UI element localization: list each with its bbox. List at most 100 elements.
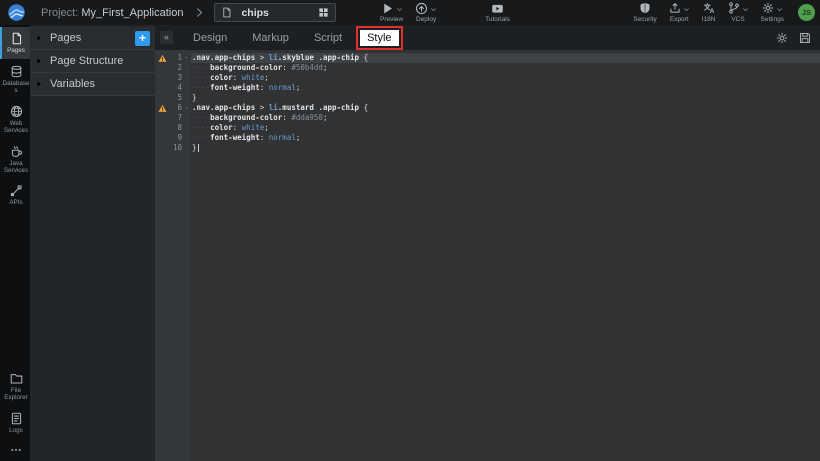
rail-item-databases[interactable]: Databases bbox=[0, 60, 30, 99]
fold-marker[interactable]: - bbox=[182, 103, 191, 113]
panel-section-variables[interactable]: Variables bbox=[30, 73, 155, 96]
panel-section-label: Pages bbox=[50, 32, 81, 44]
panel-section-pages[interactable]: Pages + bbox=[30, 27, 155, 50]
code-line-content[interactable]: } bbox=[191, 93, 820, 103]
activity-rail: Pages Databases Web Services Java Services A… bbox=[0, 25, 30, 461]
code-token: white bbox=[242, 123, 265, 133]
rail-item-more[interactable] bbox=[0, 439, 30, 460]
toolbar-item-label: Export bbox=[670, 16, 689, 23]
top-bar: Project: My_First_Application chips Prev… bbox=[0, 0, 820, 25]
code-line-content[interactable]: ····color: white; bbox=[191, 123, 820, 133]
ellipsis-icon bbox=[10, 444, 22, 456]
css-code-editor[interactable]: 1-.nav.app-chips > li.skyblue .app-chip … bbox=[155, 50, 820, 461]
triangle-right-icon[interactable] bbox=[35, 57, 43, 65]
toolbar-item-export[interactable]: Export bbox=[663, 0, 696, 25]
tab-style[interactable]: Style bbox=[360, 30, 398, 46]
code-token: font-weight bbox=[210, 133, 260, 143]
tab-script[interactable]: Script bbox=[307, 30, 349, 46]
warning-icon[interactable] bbox=[158, 104, 167, 113]
toolbar-item-label: VCS bbox=[731, 16, 744, 23]
code-line-content[interactable]: } bbox=[191, 143, 820, 153]
triangle-right-icon[interactable] bbox=[35, 34, 43, 42]
rail-item-label: File Explorer bbox=[2, 387, 30, 402]
code-line-8[interactable]: 8 ····color: white; bbox=[155, 123, 820, 133]
toolbar-item-i18n[interactable]: AI18N bbox=[696, 0, 722, 25]
rail-item-label: Pages bbox=[2, 47, 30, 55]
code-line-5[interactable]: 5} bbox=[155, 93, 820, 103]
warning-icon[interactable] bbox=[158, 54, 167, 63]
line-number: 10 bbox=[169, 143, 182, 153]
editor-region: « Design Markup Script Style 1-.nav.app-chi… bbox=[155, 25, 820, 461]
code-token: .skyblue bbox=[278, 53, 314, 63]
toolbar-item-deploy[interactable]: Deploy bbox=[409, 0, 443, 25]
line-number: 5 bbox=[169, 93, 182, 103]
code-line-3[interactable]: 3 ····color: white; bbox=[155, 73, 820, 83]
line-number: 9 bbox=[169, 133, 182, 143]
grid-icon[interactable] bbox=[318, 7, 329, 18]
caret-down-icon[interactable] bbox=[776, 6, 783, 13]
panel-collapse-button[interactable]: « bbox=[160, 31, 173, 44]
code-line-4[interactable]: 4····font-weight: normal; bbox=[155, 83, 820, 93]
line-number: 8 bbox=[169, 123, 182, 133]
open-file-tab[interactable]: chips bbox=[214, 3, 336, 22]
tab-design[interactable]: Design bbox=[186, 30, 234, 46]
panel-section-page-structure[interactable]: Page Structure bbox=[30, 50, 155, 73]
code-token: : bbox=[233, 73, 242, 83]
toolbar-item-preview[interactable]: Preview bbox=[374, 0, 409, 25]
caret-down-icon[interactable] bbox=[683, 6, 690, 13]
caret-down-icon[interactable] bbox=[396, 6, 403, 13]
rail-item-label: APIs bbox=[2, 199, 30, 207]
code-token: } bbox=[192, 93, 197, 103]
text-cursor bbox=[198, 144, 199, 152]
code-line-content[interactable]: ····color: white; bbox=[191, 73, 820, 83]
toolbar-item-settings[interactable]: Settings bbox=[755, 0, 791, 25]
code-line-9[interactable]: 9 ····font-weight: normal; bbox=[155, 133, 820, 143]
code-token: background-color bbox=[210, 113, 282, 123]
code-line-content[interactable]: ····background-color: #dda950; bbox=[191, 113, 820, 123]
code-line-7[interactable]: 7····background-color: #dda950; bbox=[155, 113, 820, 123]
toolbar-item-vcs[interactable]: VCS bbox=[722, 0, 755, 25]
caret-down-icon[interactable] bbox=[430, 6, 437, 13]
code-token: { bbox=[359, 53, 368, 63]
rail-item-web-services[interactable]: Web Services bbox=[0, 100, 30, 139]
page-icon bbox=[221, 7, 232, 18]
code-token: ; bbox=[323, 113, 328, 123]
code-line-10[interactable]: 10} bbox=[155, 143, 820, 153]
code-line-6[interactable]: 6-.nav.app-chips > li.mustard .app-chip … bbox=[155, 103, 820, 113]
code-line-content[interactable]: ····font-weight: normal; bbox=[191, 83, 820, 93]
code-line-content[interactable]: .nav.app-chips > li.mustard .app-chip { bbox=[191, 103, 820, 113]
code-line-2[interactable]: 2 ····background-color: #50b4dd; bbox=[155, 63, 820, 73]
code-token: .app-chip bbox=[318, 53, 359, 63]
rail-item-logs[interactable]: Logs bbox=[0, 407, 30, 439]
code-token: : bbox=[233, 123, 242, 133]
toolbar-item-tutorials[interactable]: Tutorials bbox=[479, 0, 516, 25]
rail-item-label: Logs bbox=[2, 427, 30, 435]
caret-down-icon[interactable] bbox=[742, 6, 749, 13]
code-line-content[interactable]: .nav.app-chips > li.skyblue .app-chip { bbox=[191, 53, 820, 63]
code-line-content[interactable]: ····font-weight: normal; bbox=[191, 133, 820, 143]
rail-item-label: Web Services bbox=[2, 120, 30, 135]
toolbar-item-security[interactable]: Security bbox=[627, 0, 662, 25]
toolbar-item-label: Preview bbox=[380, 16, 403, 23]
code-line-content[interactable]: ····background-color: #50b4dd; bbox=[191, 63, 820, 73]
user-avatar[interactable]: JS bbox=[798, 4, 815, 21]
line-number: 2 bbox=[169, 63, 182, 73]
code-token: ; bbox=[296, 133, 301, 143]
code-token: ; bbox=[264, 123, 269, 133]
toolbar-item-label: Settings bbox=[761, 16, 785, 23]
save-icon[interactable] bbox=[799, 32, 811, 44]
code-line-1[interactable]: 1-.nav.app-chips > li.skyblue .app-chip … bbox=[155, 53, 820, 63]
line-number: 3 bbox=[169, 73, 182, 83]
rail-item-java-services[interactable]: Java Services bbox=[0, 140, 30, 179]
folder-icon bbox=[10, 372, 23, 385]
file-tab-name: chips bbox=[241, 7, 268, 19]
rail-item-file-explorer[interactable]: File Explorer bbox=[0, 367, 30, 406]
rail-item-pages[interactable]: Pages bbox=[0, 27, 30, 59]
tab-markup[interactable]: Markup bbox=[245, 30, 296, 46]
wavemaker-logo-icon[interactable] bbox=[7, 3, 26, 22]
triangle-right-icon[interactable] bbox=[35, 80, 43, 88]
fold-marker[interactable]: - bbox=[182, 53, 191, 63]
rail-item-apis[interactable]: APIs bbox=[0, 180, 30, 211]
gear-icon[interactable] bbox=[776, 32, 788, 44]
add-page-button[interactable]: + bbox=[135, 31, 150, 46]
